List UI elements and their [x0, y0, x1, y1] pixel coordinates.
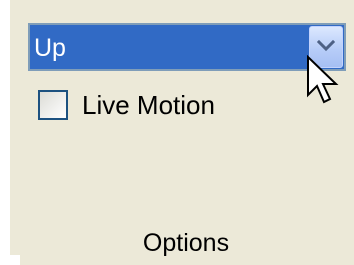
- live-motion-label[interactable]: Live Motion: [82, 87, 215, 123]
- chevron-down-icon: [317, 39, 335, 52]
- direction-dropdown-value: Up: [34, 34, 66, 62]
- mouse-pointer-icon: [307, 55, 339, 104]
- live-motion-checkbox[interactable]: [38, 90, 68, 120]
- options-group-label: Options: [142, 229, 230, 257]
- direction-dropdown[interactable]: Up: [28, 23, 346, 71]
